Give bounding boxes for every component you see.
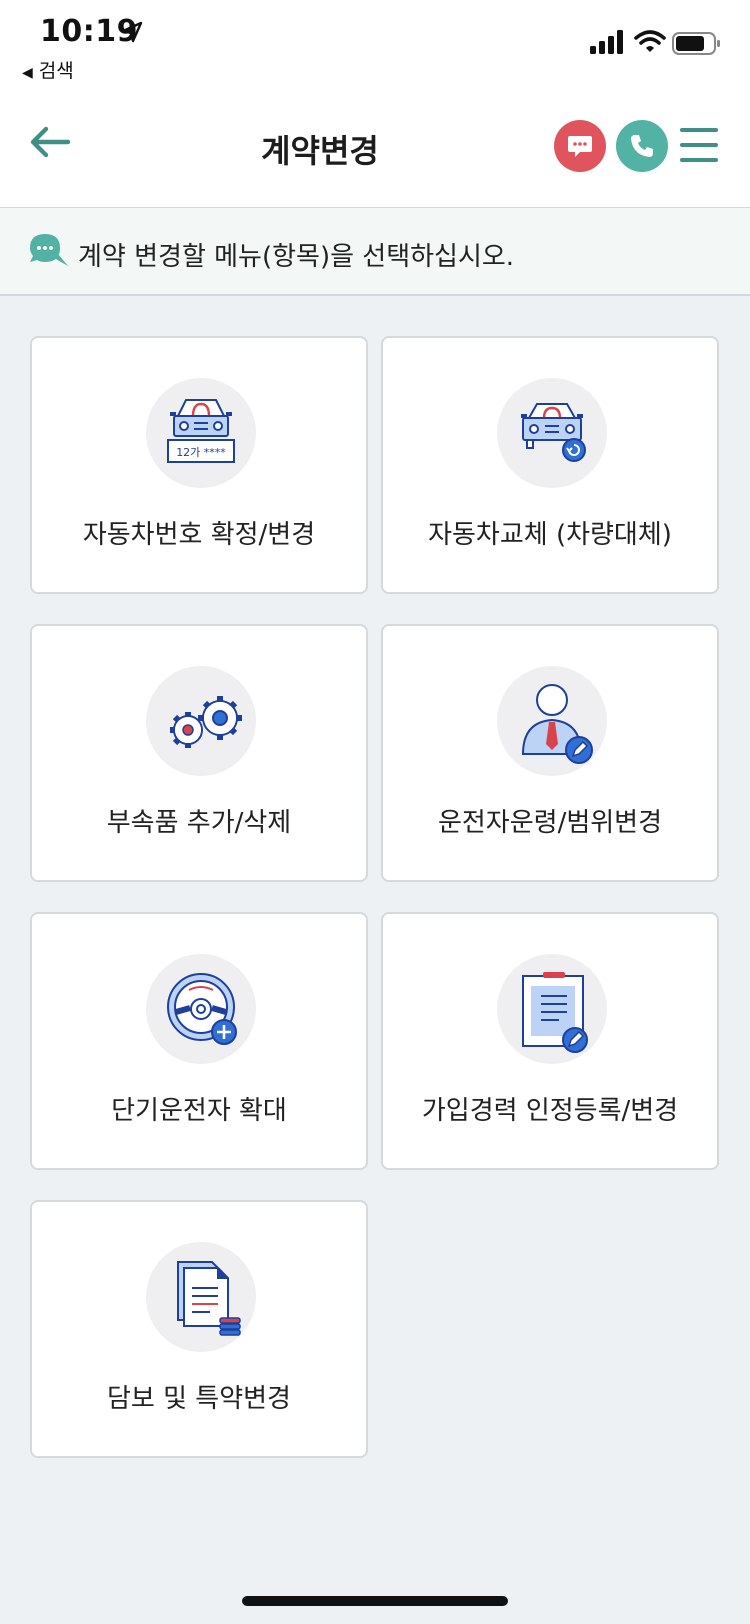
driver-person-edit-icon (521, 684, 593, 764)
gears-icon (170, 696, 242, 748)
hamburger-menu-icon[interactable] (680, 128, 718, 164)
home-indicator[interactable] (242, 1596, 508, 1606)
car-license-plate-icon: 12가 **** (167, 399, 235, 463)
call-button[interactable] (616, 120, 668, 172)
notice-banner: 계약 변경할 메뉴(항목)을 선택하십시오. (0, 208, 750, 296)
phone-icon (631, 135, 653, 157)
location-arrow-icon (121, 21, 143, 43)
page-title: 계약변경 (261, 132, 379, 170)
icon-circle (146, 1242, 256, 1352)
back-to-app-link[interactable]: ◀ 검색 (22, 56, 74, 83)
menu-card-short-term-driver[interactable]: 단기운전자 확대 (30, 912, 368, 1170)
menu-card-vehicle-number[interactable]: 12가 **** 자동차번호 확정/변경 (30, 336, 368, 594)
icon-circle (146, 666, 256, 776)
back-to-app-label: 검색 (38, 60, 74, 82)
menu-card-label: 가입경력 인정등록/변경 (421, 1096, 679, 1126)
documents-stack-icon (177, 1261, 241, 1336)
car-replace-icon (521, 403, 586, 462)
battery-icon (672, 32, 720, 55)
clipboard-edit-icon (522, 972, 588, 1053)
chat-button[interactable] (554, 120, 606, 172)
icon-circle: 12가 **** (146, 378, 256, 488)
back-triangle-icon: ◀ (22, 65, 33, 81)
speech-bubble-icon (30, 234, 68, 266)
menu-card-vehicle-replace[interactable]: 자동차교체 (차량대체) (381, 336, 719, 594)
notice-text: 계약 변경할 메뉴(항목)을 선택하십시오. (78, 242, 515, 272)
status-bar: 10:19 ◀ 검색 (0, 0, 750, 90)
wifi-icon (634, 30, 666, 52)
menu-card-label: 부속품 추가/삭제 (106, 808, 292, 838)
menu-card-label: 운전자운령/범위변경 (437, 808, 663, 838)
menu-card-label: 자동차교체 (차량대체) (428, 520, 672, 550)
steering-wheel-plus-icon (167, 973, 237, 1045)
icon-circle (497, 954, 607, 1064)
menu-card-label: 담보 및 특약변경 (107, 1384, 291, 1414)
menu-card-label: 단기운전자 확대 (111, 1096, 287, 1126)
menu-card-label: 자동차번호 확정/변경 (82, 520, 316, 550)
app-header: 계약변경 (0, 90, 750, 208)
menu-card-accessories[interactable]: 부속품 추가/삭제 (30, 624, 368, 882)
menu-card-driver-scope[interactable]: 운전자운령/범위변경 (381, 624, 719, 882)
chat-bubble-icon (568, 136, 592, 157)
icon-circle (146, 954, 256, 1064)
cellular-signal-icon (590, 30, 623, 54)
icon-circle (497, 378, 607, 488)
icon-circle (497, 666, 607, 776)
menu-card-coverage-change[interactable]: 담보 및 특약변경 (30, 1200, 368, 1458)
plate-text: 12가 **** (176, 446, 226, 459)
menu-card-insurance-history[interactable]: 가입경력 인정등록/변경 (381, 912, 719, 1170)
